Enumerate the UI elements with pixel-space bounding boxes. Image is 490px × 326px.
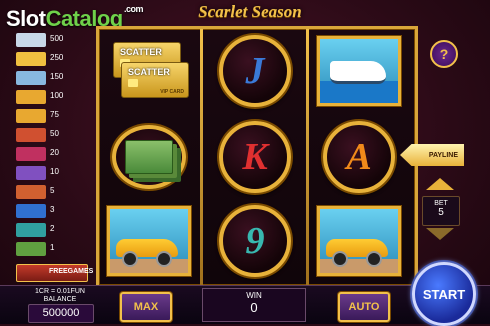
- paytable-symbol-icon: [16, 204, 46, 218]
- paytable-symbol-icon: [16, 185, 46, 199]
- game-title: Scarlet Season: [198, 2, 302, 21]
- number-9-symbol: 9: [213, 205, 297, 277]
- denomination-info: 1CR = 0.01FUN BALANCE: [35, 288, 85, 303]
- paytable-row: 5: [14, 184, 86, 200]
- reel-area: SCATTER SCATTER VIP CARD J K 9 A: [96, 26, 418, 288]
- paytable-symbol-icon: [16, 223, 46, 237]
- cash-icon: [125, 140, 173, 174]
- letter-k-symbol: K: [213, 121, 297, 193]
- bet-increase-arrow-icon[interactable]: [426, 178, 454, 190]
- bet-decrease-arrow-icon[interactable]: [426, 228, 454, 240]
- help-button[interactable]: ?: [430, 40, 458, 68]
- bet-display: BET 5: [422, 196, 460, 226]
- paytable-row: 50: [14, 127, 86, 143]
- paytable-symbol-icon: [16, 52, 46, 66]
- paytable-row: 500: [14, 32, 86, 48]
- paytable-row: 10: [14, 165, 86, 181]
- car-icon: [326, 239, 388, 267]
- sports-car-symbol: [317, 205, 401, 277]
- paytable-symbol-icon: [16, 166, 46, 180]
- paytable-symbol-icon: [16, 33, 46, 47]
- start-spin-button[interactable]: START: [412, 262, 476, 326]
- paytable-freegames: FREEGAMES: [16, 264, 93, 282]
- paytable-row: 3: [14, 203, 86, 219]
- payline-button[interactable]: PAYLINE: [400, 144, 464, 166]
- paytable-row: 1: [14, 241, 86, 257]
- balance-value: 500000: [28, 304, 94, 323]
- max-bet-button[interactable]: MAX: [120, 292, 172, 322]
- letter-j-symbol: J: [213, 35, 297, 107]
- letter-a-symbol: A: [317, 121, 401, 193]
- paytable-row: 20: [14, 146, 86, 162]
- paytable-row: 100: [14, 89, 86, 105]
- reel-divider: [200, 29, 203, 285]
- yacht-icon: [330, 61, 386, 84]
- reel-divider: [306, 29, 309, 285]
- paytable-symbol-icon: [16, 242, 46, 256]
- car-icon: [116, 239, 178, 267]
- paytable-symbol-icon: [16, 128, 46, 142]
- paytable-row: 250: [14, 51, 86, 67]
- scatter-card-symbol: SCATTER SCATTER VIP CARD: [107, 35, 191, 107]
- win-display: WIN 0: [202, 288, 306, 322]
- paytable-symbol-icon: [16, 109, 46, 123]
- paytable-row: 75: [14, 108, 86, 124]
- paytable-symbol-icon: [16, 147, 46, 161]
- money-stack-symbol: [107, 121, 191, 193]
- paytable-row: 150: [14, 70, 86, 86]
- autoplay-button[interactable]: AUTO: [338, 292, 390, 322]
- sports-car-symbol: [107, 205, 191, 277]
- paytable-row: 2: [14, 222, 86, 238]
- paytable: 500 250 150 100 75 50 20 10 5 3 2 1 FREE…: [14, 30, 93, 282]
- paytable-symbol-icon: [16, 71, 46, 85]
- paytable-symbol-icon: [16, 90, 46, 104]
- yacht-symbol: [317, 35, 401, 107]
